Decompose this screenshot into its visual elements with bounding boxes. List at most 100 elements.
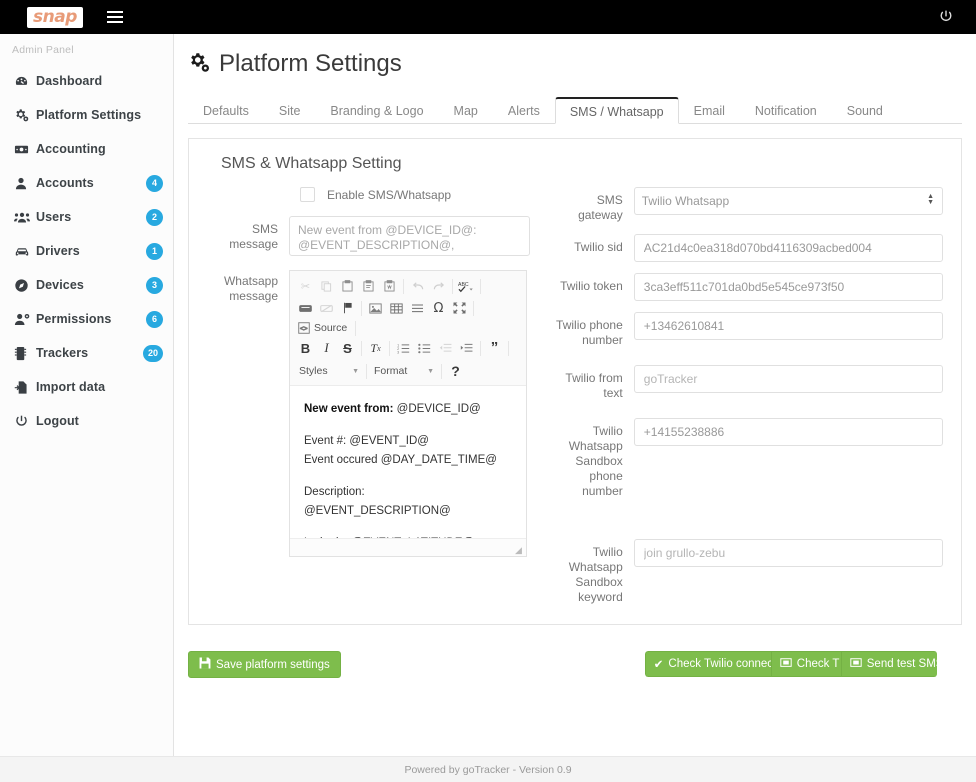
tracker-icon [14, 346, 36, 361]
enable-sms-whatsapp-row: Enable SMS/Whatsapp [300, 187, 530, 202]
editor-content[interactable]: New event from: @DEVICE_ID@ Event #: @EV… [290, 386, 526, 538]
cut-icon[interactable]: ✂ [295, 276, 316, 296]
source-button[interactable]: <> Source [295, 320, 352, 336]
twilio-sid-input[interactable] [633, 234, 943, 262]
enable-sms-whatsapp-checkbox[interactable] [300, 187, 315, 202]
svg-text:<>: <> [300, 325, 308, 332]
sms-message-input[interactable]: New event from @DEVICE_ID@: @EVENT_DESCR… [289, 216, 530, 256]
sidebar-item-accounting[interactable]: Accounting [0, 132, 173, 166]
editor-footer: ◢ [290, 538, 526, 556]
twilio-from-text-input[interactable] [633, 365, 943, 393]
twilio-phone-number-row: Twilio phone number [552, 312, 943, 348]
check-t-label: Check T [796, 658, 840, 670]
sidebar-item-label: Platform Settings [36, 108, 142, 122]
whatsapp-message-label: Whatsapp message [223, 274, 278, 303]
tab-email[interactable]: Email [679, 97, 740, 124]
tab-sound[interactable]: Sound [832, 97, 898, 124]
sidebar-item-platform-settings[interactable]: Platform Settings [0, 98, 173, 132]
enable-sms-whatsapp-label: Enable SMS/Whatsapp [327, 187, 452, 202]
horizontal-rule-icon[interactable] [407, 298, 428, 318]
twilio-sid-row: Twilio sid [552, 234, 943, 262]
decrease-indent-icon[interactable] [435, 338, 456, 358]
users-icon [14, 210, 36, 225]
image-icon[interactable] [365, 298, 386, 318]
sidebar-item-accounts[interactable]: Accounts 4 [0, 166, 173, 200]
tab-map[interactable]: Map [439, 97, 493, 124]
svg-text:ABC: ABC [458, 282, 469, 288]
whatsapp-message-row: Whatsapp message ✂ ABC Ω <> Source B I S… [207, 270, 530, 557]
styles-combo[interactable]: Styles ▼ [295, 363, 363, 379]
sidebar-badge: 1 [146, 242, 163, 260]
blockquote-icon[interactable]: ” [484, 338, 505, 358]
link-icon[interactable] [295, 298, 316, 318]
numbered-list-icon[interactable]: 123 [393, 338, 414, 358]
editor-line3: Event occured @DAY_DATE_TIME@ [304, 454, 497, 466]
sidebar-item-users[interactable]: Users 2 [0, 200, 173, 234]
table-icon[interactable] [386, 298, 407, 318]
sidebar-item-label: Devices [36, 278, 84, 292]
spellcheck-icon[interactable]: ABC [456, 276, 477, 296]
redo-icon[interactable] [428, 276, 449, 296]
resize-grip-icon[interactable]: ◢ [515, 546, 523, 555]
styles-combo-label: Styles [299, 365, 328, 377]
paste-word-icon[interactable] [379, 276, 400, 296]
check-icon: ✔ [653, 659, 664, 671]
bulleted-list-icon[interactable] [414, 338, 435, 358]
tab-site[interactable]: Site [264, 97, 316, 124]
paste-icon[interactable] [337, 276, 358, 296]
twilio-token-input[interactable] [633, 273, 943, 301]
copy-icon[interactable] [316, 276, 337, 296]
tab-sms-whatsapp[interactable]: SMS / Whatsapp [554, 97, 679, 124]
money-icon [14, 142, 36, 157]
sidebar-item-logout[interactable]: Logout [0, 404, 173, 438]
main-content: Platform Settings Defaults Site Branding… [174, 34, 976, 756]
special-char-icon[interactable]: Ω [428, 298, 449, 318]
editor-line4: Description: @EVENT_DESCRIPTION@ [304, 486, 451, 517]
strikethrough-icon[interactable]: S [337, 338, 358, 358]
italic-icon[interactable]: I [316, 338, 337, 358]
settings-tabs: Defaults Site Branding & Logo Map Alerts… [188, 96, 962, 124]
bold-icon[interactable]: B [295, 338, 316, 358]
sidebar-item-import-data[interactable]: Import data [0, 370, 173, 404]
maximize-icon[interactable] [449, 298, 470, 318]
sidebar-item-trackers[interactable]: Trackers 20 [0, 336, 173, 370]
app-logo[interactable]: snap [27, 6, 83, 28]
sms-icon [780, 657, 792, 671]
sidebar-item-dashboard[interactable]: Dashboard [0, 64, 173, 98]
format-combo-label: Format [374, 365, 408, 377]
paste-text-icon[interactable] [358, 276, 379, 296]
twilio-phone-number-input[interactable] [633, 312, 943, 340]
tab-alerts[interactable]: Alerts [493, 97, 555, 124]
sidebar-item-permissions[interactable]: Permissions 6 [0, 302, 173, 336]
import-icon [14, 380, 36, 395]
check-twilio-connect-button[interactable]: ✔ Check Twilio connect [644, 651, 771, 677]
page-title: Platform Settings [219, 50, 402, 77]
hamburger-icon[interactable] [106, 11, 123, 23]
sidebar-badge: 6 [146, 310, 163, 328]
undo-icon[interactable] [407, 276, 428, 296]
sidebar-item-drivers[interactable]: Drivers 1 [0, 234, 173, 268]
check-t-button[interactable]: Check T [770, 651, 841, 677]
send-test-sms-button[interactable]: Send test SMS [840, 651, 937, 677]
sms-gateway-row: SMS gateway Twilio Whatsapp ▲ ▼ [552, 187, 943, 223]
help-icon[interactable]: ? [445, 361, 466, 381]
tab-branding-logo[interactable]: Branding & Logo [315, 97, 438, 124]
unlink-icon[interactable] [316, 298, 337, 318]
format-combo[interactable]: Format ▼ [370, 363, 438, 379]
tab-notification[interactable]: Notification [740, 97, 832, 124]
sidebar-item-devices[interactable]: Devices 3 [0, 268, 173, 302]
twilio-token-label: Twilio token [560, 279, 623, 293]
remove-format-icon[interactable]: Tx [365, 338, 386, 358]
sms-gateway-select[interactable]: Twilio Whatsapp [633, 187, 943, 215]
panel-title: SMS & Whatsapp Setting [221, 155, 402, 172]
power-icon[interactable] [938, 9, 954, 25]
increase-indent-icon[interactable] [456, 338, 477, 358]
twilio-whatsapp-sandbox-phone-number-input[interactable] [633, 418, 943, 446]
twilio-whatsapp-sandbox-keyword-input[interactable] [633, 539, 943, 567]
anchor-flag-icon[interactable] [337, 298, 358, 318]
sms-message-label: SMS message [229, 222, 278, 251]
twilio-from-text-label: Twilio from text [565, 371, 623, 400]
editor-line1-bold: New event from: [304, 403, 394, 415]
tab-defaults[interactable]: Defaults [188, 97, 264, 124]
editor-line1-rest: @DEVICE_ID@ [393, 403, 481, 415]
